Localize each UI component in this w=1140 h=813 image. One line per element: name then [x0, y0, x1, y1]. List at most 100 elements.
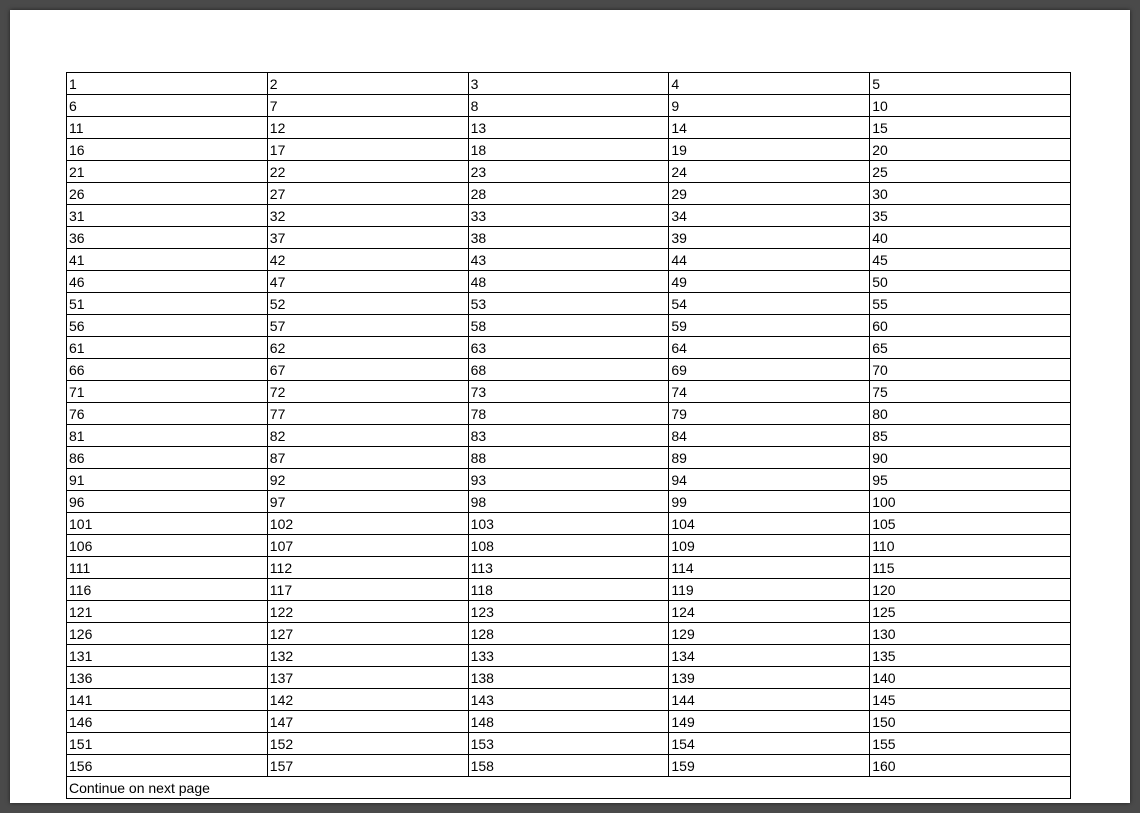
table-row: 3132333435 [67, 205, 1071, 227]
table-row: 8687888990 [67, 447, 1071, 469]
table-cell: 89 [669, 447, 870, 469]
table-cell: 74 [669, 381, 870, 403]
table-cell: 157 [267, 755, 468, 777]
table-cell: 38 [468, 227, 669, 249]
table-cell: 24 [669, 161, 870, 183]
table-cell: 143 [468, 689, 669, 711]
table-cell: 35 [870, 205, 1071, 227]
table-cell: 6 [67, 95, 268, 117]
table-cell: 144 [669, 689, 870, 711]
table-cell: 118 [468, 579, 669, 601]
table-row: 4647484950 [67, 271, 1071, 293]
table-cell: 44 [669, 249, 870, 271]
table-row: 7172737475 [67, 381, 1071, 403]
table-cell: 99 [669, 491, 870, 513]
table-cell: 60 [870, 315, 1071, 337]
table-cell: 4 [669, 73, 870, 95]
table-cell: 126 [67, 623, 268, 645]
table-cell: 93 [468, 469, 669, 491]
table-row: 151152153154155 [67, 733, 1071, 755]
table-row: 141142143144145 [67, 689, 1071, 711]
table-cell: 3 [468, 73, 669, 95]
table-row: 136137138139140 [67, 667, 1071, 689]
table-row: 1112131415 [67, 117, 1071, 139]
table-cell: 134 [669, 645, 870, 667]
table-cell: 94 [669, 469, 870, 491]
table-cell: 8 [468, 95, 669, 117]
table-row: 7677787980 [67, 403, 1071, 425]
table-cell: 156 [67, 755, 268, 777]
table-cell: 129 [669, 623, 870, 645]
table-cell: 19 [669, 139, 870, 161]
table-cell: 125 [870, 601, 1071, 623]
table-cell: 54 [669, 293, 870, 315]
table-row: 2122232425 [67, 161, 1071, 183]
table-cell: 146 [67, 711, 268, 733]
table-cell: 48 [468, 271, 669, 293]
table-cell: 64 [669, 337, 870, 359]
table-cell: 75 [870, 381, 1071, 403]
table-cell: 5 [870, 73, 1071, 95]
table-cell: 23 [468, 161, 669, 183]
table-cell: 12 [267, 117, 468, 139]
table-cell: 46 [67, 271, 268, 293]
table-cell: 15 [870, 117, 1071, 139]
table-cell: 92 [267, 469, 468, 491]
table-cell: 80 [870, 403, 1071, 425]
table-row: 12345 [67, 73, 1071, 95]
table-cell: 159 [669, 755, 870, 777]
table-row: 6162636465 [67, 337, 1071, 359]
table-cell: 18 [468, 139, 669, 161]
table-cell: 132 [267, 645, 468, 667]
table-cell: 104 [669, 513, 870, 535]
document-page: 1234567891011121314151617181920212223242… [10, 10, 1130, 803]
table-cell: 96 [67, 491, 268, 513]
table-cell: 29 [669, 183, 870, 205]
table-cell: 63 [468, 337, 669, 359]
table-cell: 47 [267, 271, 468, 293]
table-cell: 43 [468, 249, 669, 271]
table-row: 8182838485 [67, 425, 1071, 447]
table-cell: 115 [870, 557, 1071, 579]
table-cell: 151 [67, 733, 268, 755]
table-cell: 112 [267, 557, 468, 579]
table-row: 678910 [67, 95, 1071, 117]
table-cell: 28 [468, 183, 669, 205]
table-cell: 123 [468, 601, 669, 623]
table-cell: 50 [870, 271, 1071, 293]
table-cell: 41 [67, 249, 268, 271]
table-cell: 120 [870, 579, 1071, 601]
table-cell: 108 [468, 535, 669, 557]
table-cell: 135 [870, 645, 1071, 667]
table-cell: 21 [67, 161, 268, 183]
table-cell: 147 [267, 711, 468, 733]
table-cell: 57 [267, 315, 468, 337]
table-cell: 40 [870, 227, 1071, 249]
table-cell: 14 [669, 117, 870, 139]
table-cell: 97 [267, 491, 468, 513]
table-cell: 160 [870, 755, 1071, 777]
table-cell: 65 [870, 337, 1071, 359]
table-cell: 111 [67, 557, 268, 579]
table-cell: 67 [267, 359, 468, 381]
table-cell: 10 [870, 95, 1071, 117]
table-cell: 98 [468, 491, 669, 513]
table-cell: 76 [67, 403, 268, 425]
table-cell: 149 [669, 711, 870, 733]
table-row: 9192939495 [67, 469, 1071, 491]
table-row: 6667686970 [67, 359, 1071, 381]
table-cell: 127 [267, 623, 468, 645]
table-cell: 26 [67, 183, 268, 205]
table-cell: 59 [669, 315, 870, 337]
table-cell: 158 [468, 755, 669, 777]
table-cell: 86 [67, 447, 268, 469]
table-row: 146147148149150 [67, 711, 1071, 733]
table-cell: 36 [67, 227, 268, 249]
table-cell: 142 [267, 689, 468, 711]
table-cell: 31 [67, 205, 268, 227]
table-cell: 37 [267, 227, 468, 249]
table-cell: 68 [468, 359, 669, 381]
table-cell: 1 [67, 73, 268, 95]
table-cell: 139 [669, 667, 870, 689]
table-cell: 150 [870, 711, 1071, 733]
